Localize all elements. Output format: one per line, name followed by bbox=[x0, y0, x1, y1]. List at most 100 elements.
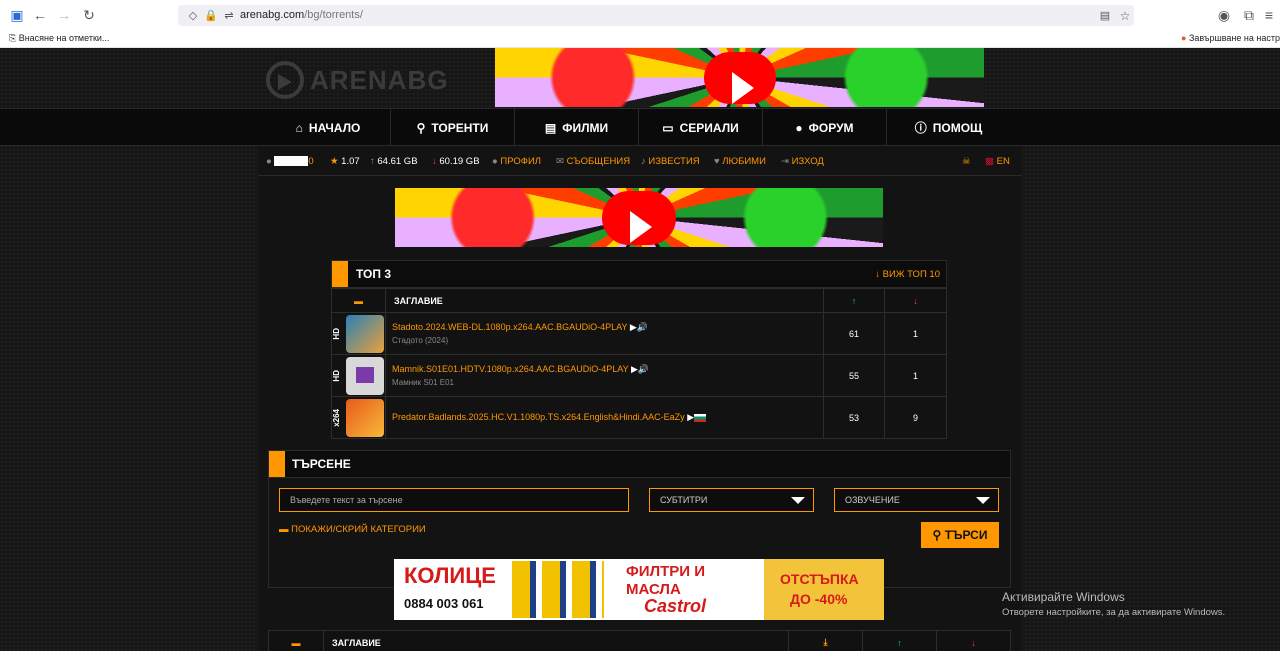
tab-overview-icon[interactable]: ▣ bbox=[8, 6, 26, 24]
torrent-link[interactable]: Mamnik.S01E01.HDTV.1080p.x264.AAC.BGAUDi… bbox=[392, 364, 823, 375]
arrow-down-icon: ↓ bbox=[875, 269, 880, 280]
subtitles-select[interactable]: СУБТИТРИ bbox=[649, 488, 814, 512]
logout-link[interactable]: ⇥ ИЗХОД bbox=[781, 156, 824, 167]
seeders: 61 bbox=[823, 312, 885, 355]
castrol-ad-banner[interactable]: КОЛИЦЕ 0884 003 061 ФИЛТРИ И МАСЛА Castro… bbox=[394, 559, 884, 620]
uk-flag-icon: ▩ bbox=[985, 156, 994, 167]
favorites-link[interactable]: ♥ ЛЮБИМИ bbox=[714, 156, 766, 167]
col-title[interactable]: ЗАГЛАВИЕ bbox=[323, 630, 789, 651]
view-top10-link[interactable]: ↓ ВИЖ ТОП 10 bbox=[875, 269, 940, 280]
firefox-icon: ● bbox=[1181, 33, 1187, 43]
address-bar[interactable]: ◇ 🔒 ⇌ arenabg.com/bg/torrents/ ▤ ☆ bbox=[178, 5, 1134, 26]
table-row[interactable]: x264 Predator.Badlands.2025.HC.V1.1080p.… bbox=[331, 396, 947, 439]
bookmark-import[interactable]: ⎘ Внасяне на отметки... bbox=[9, 33, 109, 44]
seeders: 53 bbox=[823, 396, 885, 439]
profile-link[interactable]: ● ПРОФИЛ bbox=[492, 156, 541, 167]
uploaded-stat: ↑ 64.61 GB bbox=[370, 156, 418, 167]
torrents-table: ▬ ЗАГЛАВИЕ ⤓ ↑ ↓ bbox=[268, 630, 1011, 651]
logo-icon bbox=[266, 61, 304, 99]
browser-chrome: ▣ ← → ↻ ◇ 🔒 ⇌ arenabg.com/bg/torrents/ ▤… bbox=[0, 0, 1280, 48]
back-icon[interactable]: ← bbox=[31, 6, 49, 24]
audio-icon: 🔊 bbox=[637, 364, 650, 374]
lock-icon[interactable]: 🔒 bbox=[202, 7, 220, 25]
bell-icon: ♪ bbox=[641, 156, 646, 167]
torrent-link[interactable]: Predator.Badlands.2025.HC.V1.1080p.TS.x2… bbox=[392, 412, 823, 423]
ad-promo: ОТСТЪПКА ДО -40% bbox=[764, 559, 884, 620]
audio-select[interactable]: ОЗВУЧЕНИЕ bbox=[834, 488, 999, 512]
search-title: ТЪРСЕНЕ bbox=[292, 457, 351, 471]
heart-icon: ♥ bbox=[714, 156, 720, 167]
search-header: ТЪРСЕНЕ bbox=[268, 450, 1011, 478]
quality-tag: HD bbox=[332, 327, 341, 340]
nav-movies[interactable]: ▤ ФИЛМИ bbox=[514, 109, 638, 147]
castrol-logo: Castrol bbox=[644, 596, 707, 616]
table-row[interactable]: HD Mamnik.S01E01.HDTV.1080p.x264.AAC.BGA… bbox=[331, 354, 947, 397]
torrent-link[interactable]: Stadoto.2024.WEB-DL.1080p.x264.AAC.BGAUD… bbox=[392, 322, 823, 333]
accent-bar bbox=[332, 261, 348, 287]
reload-icon[interactable]: ↻ bbox=[80, 6, 98, 24]
permissions-icon[interactable]: ⇌ bbox=[220, 7, 238, 25]
trailer-icon[interactable]: ▶ bbox=[687, 412, 694, 422]
forward-icon[interactable]: → bbox=[55, 6, 73, 24]
chat-icon: ● bbox=[795, 121, 803, 135]
leechers-icon[interactable]: ↓ bbox=[936, 630, 1011, 651]
audio-icon: 🔊 bbox=[636, 322, 648, 332]
site-logo[interactable]: ARENABG bbox=[266, 56, 456, 104]
browser-toolbar: ▣ ← → ↻ ◇ 🔒 ⇌ arenabg.com/bg/torrents/ ▤… bbox=[0, 0, 1280, 30]
toggle-categories-link[interactable]: ▬ ПОКАЖИ/СКРИЙ КАТЕГОРИИ bbox=[279, 524, 426, 535]
leechers: 1 bbox=[884, 354, 947, 397]
trailer-icon[interactable]: ▶ bbox=[631, 364, 638, 374]
search-input[interactable]: Въведете текст за търсене bbox=[279, 488, 629, 512]
folder-icon: ▬ bbox=[268, 630, 324, 651]
menu-icon[interactable]: ≡ bbox=[1260, 6, 1278, 24]
search-button[interactable]: ⚲ ТЪРСИ bbox=[921, 522, 999, 548]
download-icon[interactable]: ⤓ bbox=[788, 630, 863, 651]
ratio: ★ 1.07 bbox=[330, 156, 360, 167]
torrent-subtitle: Стадото (2024) bbox=[392, 336, 449, 345]
quality-tag: HD bbox=[332, 369, 341, 382]
notifications-link[interactable]: ♪ ИЗВЕСТИЯ bbox=[641, 156, 700, 167]
main-nav: ⌂ НАЧАЛО ⚲ ТОРЕНТИ ▤ ФИЛМИ ▭ СЕРИАЛИ ● ФОРУМ … bbox=[0, 108, 1280, 147]
envelope-icon: ✉ bbox=[556, 156, 564, 167]
nav-torrents[interactable]: ⚲ ТОРЕНТИ bbox=[390, 109, 514, 147]
home-icon: ⌂ bbox=[295, 121, 303, 135]
account-icon[interactable]: ◉ bbox=[1215, 6, 1233, 24]
table-row[interactable]: HD Stadoto.2024.WEB-DL.1080p.x264.AAC.BG… bbox=[331, 312, 947, 355]
nav-home[interactable]: ⌂ НАЧАЛО bbox=[280, 109, 376, 147]
shield-icon[interactable]: ◇ bbox=[184, 7, 202, 25]
thumb-cell: x264 bbox=[331, 396, 386, 439]
bookmark-star-icon[interactable]: ☆ bbox=[1116, 7, 1134, 25]
site-page: ARENABG ⌂ НАЧАЛО ⚲ ТОРЕНТИ ▤ ФИЛМИ ▭ СЕРИАЛИ… bbox=[0, 48, 1280, 651]
leechers-icon: ↓ bbox=[884, 288, 947, 313]
user-link[interactable]: ● 0 bbox=[266, 156, 314, 167]
trailer-icon[interactable]: ▶ bbox=[630, 322, 637, 332]
nav-help[interactable]: ⓘ ПОМОЩ bbox=[886, 109, 1010, 147]
filter-products-image bbox=[512, 561, 604, 618]
chevron-down-icon bbox=[791, 497, 805, 504]
quality-tag: x264 bbox=[332, 408, 341, 427]
top3-table: ▬ ЗАГЛАВИЕ ↑ ↓ HD Stadoto.2024.WEB-DL.10… bbox=[331, 288, 947, 439]
messages-link[interactable]: ✉ СЪОБЩЕНИЯ bbox=[556, 156, 630, 167]
extensions-icon[interactable]: ⧉ bbox=[1240, 6, 1258, 24]
skull-icon[interactable]: ☠ bbox=[962, 156, 971, 167]
leechers: 1 bbox=[884, 312, 947, 355]
play-icon bbox=[703, 51, 776, 104]
top-ad-banner[interactable] bbox=[495, 48, 984, 107]
arrow-up-icon: ↑ bbox=[370, 156, 375, 167]
mid-ad-banner[interactable] bbox=[395, 188, 883, 247]
language-switch[interactable]: ▩ EN bbox=[985, 156, 1010, 167]
nav-forum[interactable]: ● ФОРУМ bbox=[762, 109, 886, 147]
top3-title: ТОП 3 bbox=[356, 267, 391, 281]
downloaded-stat: ↓ 60.19 GB bbox=[432, 156, 480, 167]
seeders: 55 bbox=[823, 354, 885, 397]
bookmark-setup[interactable]: ● Завършване на настр... bbox=[1181, 33, 1280, 43]
seeders-icon[interactable]: ↑ bbox=[862, 630, 937, 651]
url-text: arenabg.com/bg/torrents/ bbox=[240, 9, 363, 21]
reader-view-icon[interactable]: ▤ bbox=[1096, 7, 1114, 25]
search-icon: ⚲ bbox=[416, 121, 426, 135]
nav-series[interactable]: ▭ СЕРИАЛИ bbox=[638, 109, 762, 147]
folder-icon: ▬ bbox=[331, 288, 386, 313]
title-cell: Predator.Badlands.2025.HC.V1.1080p.TS.x2… bbox=[385, 396, 824, 439]
col-title: ЗАГЛАВИЕ bbox=[385, 288, 824, 313]
tv-icon: ▭ bbox=[662, 121, 674, 135]
